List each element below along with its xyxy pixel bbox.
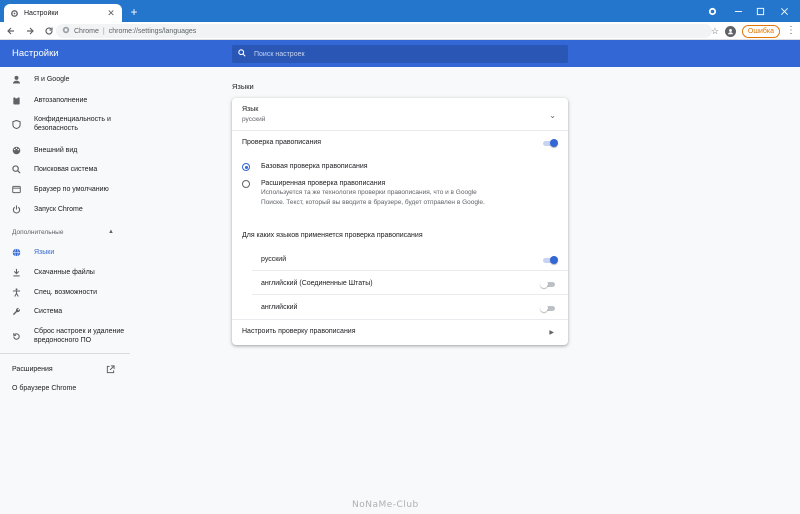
sidebar-item-label: Языки [34, 249, 55, 256]
account-avatar[interactable] [724, 25, 736, 37]
sidebar-item-label: Внешний вид [34, 147, 78, 154]
omnibox-url: chrome://settings/languages [108, 27, 197, 35]
sidebar-item-autofill[interactable]: Автозаполнение [0, 96, 126, 105]
spellcheck-language-name: английский (Соединенные Штаты) [261, 280, 373, 287]
open-in-new-icon[interactable] [106, 365, 116, 375]
tab-title: Настройки [24, 9, 59, 17]
watermark: NoNaMe-Club [352, 500, 419, 510]
accessibility-icon [12, 288, 21, 297]
section-heading: Языки [232, 82, 254, 91]
chrome-icon [62, 26, 70, 36]
sidebar-item-label: Браузер по умолчанию [34, 186, 109, 193]
spellcheck-language-toggle[interactable] [540, 280, 556, 288]
sidebar-item-languages[interactable]: Языки [0, 248, 126, 257]
wrench-icon [12, 307, 21, 316]
page-title: Настройки [12, 48, 59, 59]
palette-icon [12, 146, 21, 155]
sidebar-item-label: Я и Google [34, 76, 70, 83]
divider [252, 270, 568, 271]
bookmark-star-icon[interactable]: ☆ [711, 26, 719, 37]
sidebar-item-privacy[interactable]: Конфиденциальность и безопасность [0, 115, 126, 133]
sidebar-item-appearance[interactable]: Внешний вид [0, 146, 126, 155]
spellcheck-language-toggle[interactable] [540, 304, 556, 312]
enhanced-spellcheck-radio[interactable] [242, 180, 250, 188]
spellcheck-toggle[interactable] [542, 139, 558, 147]
sidebar-item-label: Система [34, 308, 63, 315]
sidebar-divider [0, 353, 130, 354]
divider [232, 130, 568, 131]
clipboard-icon [12, 96, 21, 105]
omnibox-site: Chrome [74, 27, 99, 35]
language-value: русский [242, 116, 266, 123]
search-icon [12, 165, 21, 174]
title-bar: Настройки ✕ + [0, 0, 800, 22]
sidebar-item-about[interactable]: О браузере Chrome [12, 385, 76, 392]
power-icon [12, 205, 21, 214]
sidebar-item-label: Конфиденциальность и безопасность [34, 116, 111, 132]
sidebar-item-label: Скачанные файлы [34, 269, 95, 276]
sidebar-item-downloads[interactable]: Скачанные файлы [0, 268, 126, 277]
menu-kebab-icon[interactable]: ⋮ [786, 26, 796, 36]
spellcheck-language-name: английский [261, 304, 298, 311]
advanced-section-label[interactable]: Дополнительные [12, 229, 63, 236]
settings-search[interactable] [232, 45, 568, 63]
omnibox-separator: | [102, 27, 105, 35]
browser-toolbar: Chrome | chrome://settings/languages ☆ О… [0, 22, 800, 40]
spellcheck-language-toggle[interactable] [542, 256, 558, 264]
basic-spellcheck-label: Базовая проверка правописания [261, 163, 368, 170]
tab-settings[interactable]: Настройки ✕ [4, 4, 122, 22]
enhanced-spellcheck-label: Расширенная проверка правописания [261, 180, 386, 187]
close-window-icon[interactable] [770, 0, 798, 22]
settings-header: Настройки [0, 40, 800, 67]
sidebar-item-you-and-google[interactable]: Я и Google [0, 75, 126, 84]
sidebar-item-label: Поисковая система [34, 166, 98, 173]
chevron-right-icon[interactable]: ▶ [549, 329, 554, 336]
reload-icon[interactable] [41, 23, 57, 39]
new-tab-button[interactable]: + [128, 6, 140, 18]
divider [232, 319, 568, 320]
languages-card: Язык русский ⌄ Проверка правописания Баз… [232, 98, 568, 345]
customize-spellcheck-label: Настроить проверку правописания [242, 328, 356, 335]
download-icon [12, 268, 21, 277]
person-icon [12, 75, 21, 84]
sidebar-item-accessibility[interactable]: Спец. возможности [0, 288, 126, 297]
sidebar-item-extensions[interactable]: Расширения [12, 366, 53, 373]
sidebar-item-label: Сброс настроек и удаление вредоносного П… [34, 328, 125, 344]
shield-icon [12, 119, 21, 129]
sidebar: Я и Google Автозаполнение Конфиденциальн… [0, 67, 130, 514]
chevron-down-icon[interactable]: ⌄ [549, 111, 556, 120]
basic-spellcheck-radio[interactable] [242, 163, 250, 171]
sidebar-item-search-engine[interactable]: Поисковая система [0, 165, 126, 174]
sidebar-item-label: Спец. возможности [34, 289, 97, 296]
search-input[interactable] [254, 50, 534, 58]
globe-icon [12, 248, 21, 257]
sidebar-item-default-browser[interactable]: Браузер по умолчанию [0, 185, 126, 194]
close-tab-icon[interactable]: ✕ [106, 8, 116, 18]
profile-indicator-icon[interactable] [698, 0, 726, 22]
spellcheck-label: Проверка правописания [242, 139, 322, 146]
address-bar[interactable]: Chrome | chrome://settings/languages [56, 24, 712, 38]
search-icon [238, 49, 246, 59]
error-button-label: Ошибка [747, 27, 774, 35]
sidebar-item-label: Запуск Chrome [34, 206, 83, 213]
back-arrow-icon[interactable] [3, 23, 19, 39]
divider [252, 294, 568, 295]
reset-icon [12, 332, 21, 341]
sidebar-item-reset[interactable]: Сброс настроек и удаление вредоносного П… [0, 327, 126, 345]
sidebar-item-system[interactable]: Система [0, 307, 126, 316]
sidebar-item-on-startup[interactable]: Запуск Chrome [0, 205, 126, 214]
error-button[interactable]: Ошибка [741, 24, 780, 38]
spellcheck-languages-heading: Для каких языков применяется проверка пр… [242, 232, 423, 239]
browser-icon [12, 185, 21, 194]
sidebar-item-label: Автозаполнение [34, 97, 88, 104]
gear-icon [10, 9, 19, 18]
chevron-up-icon[interactable]: ▲ [108, 229, 114, 235]
enhanced-spellcheck-description: Используется та же технология проверки п… [261, 189, 485, 206]
forward-arrow-icon[interactable] [22, 23, 38, 39]
language-label: Язык [242, 106, 259, 113]
spellcheck-language-name: русский [261, 256, 287, 263]
